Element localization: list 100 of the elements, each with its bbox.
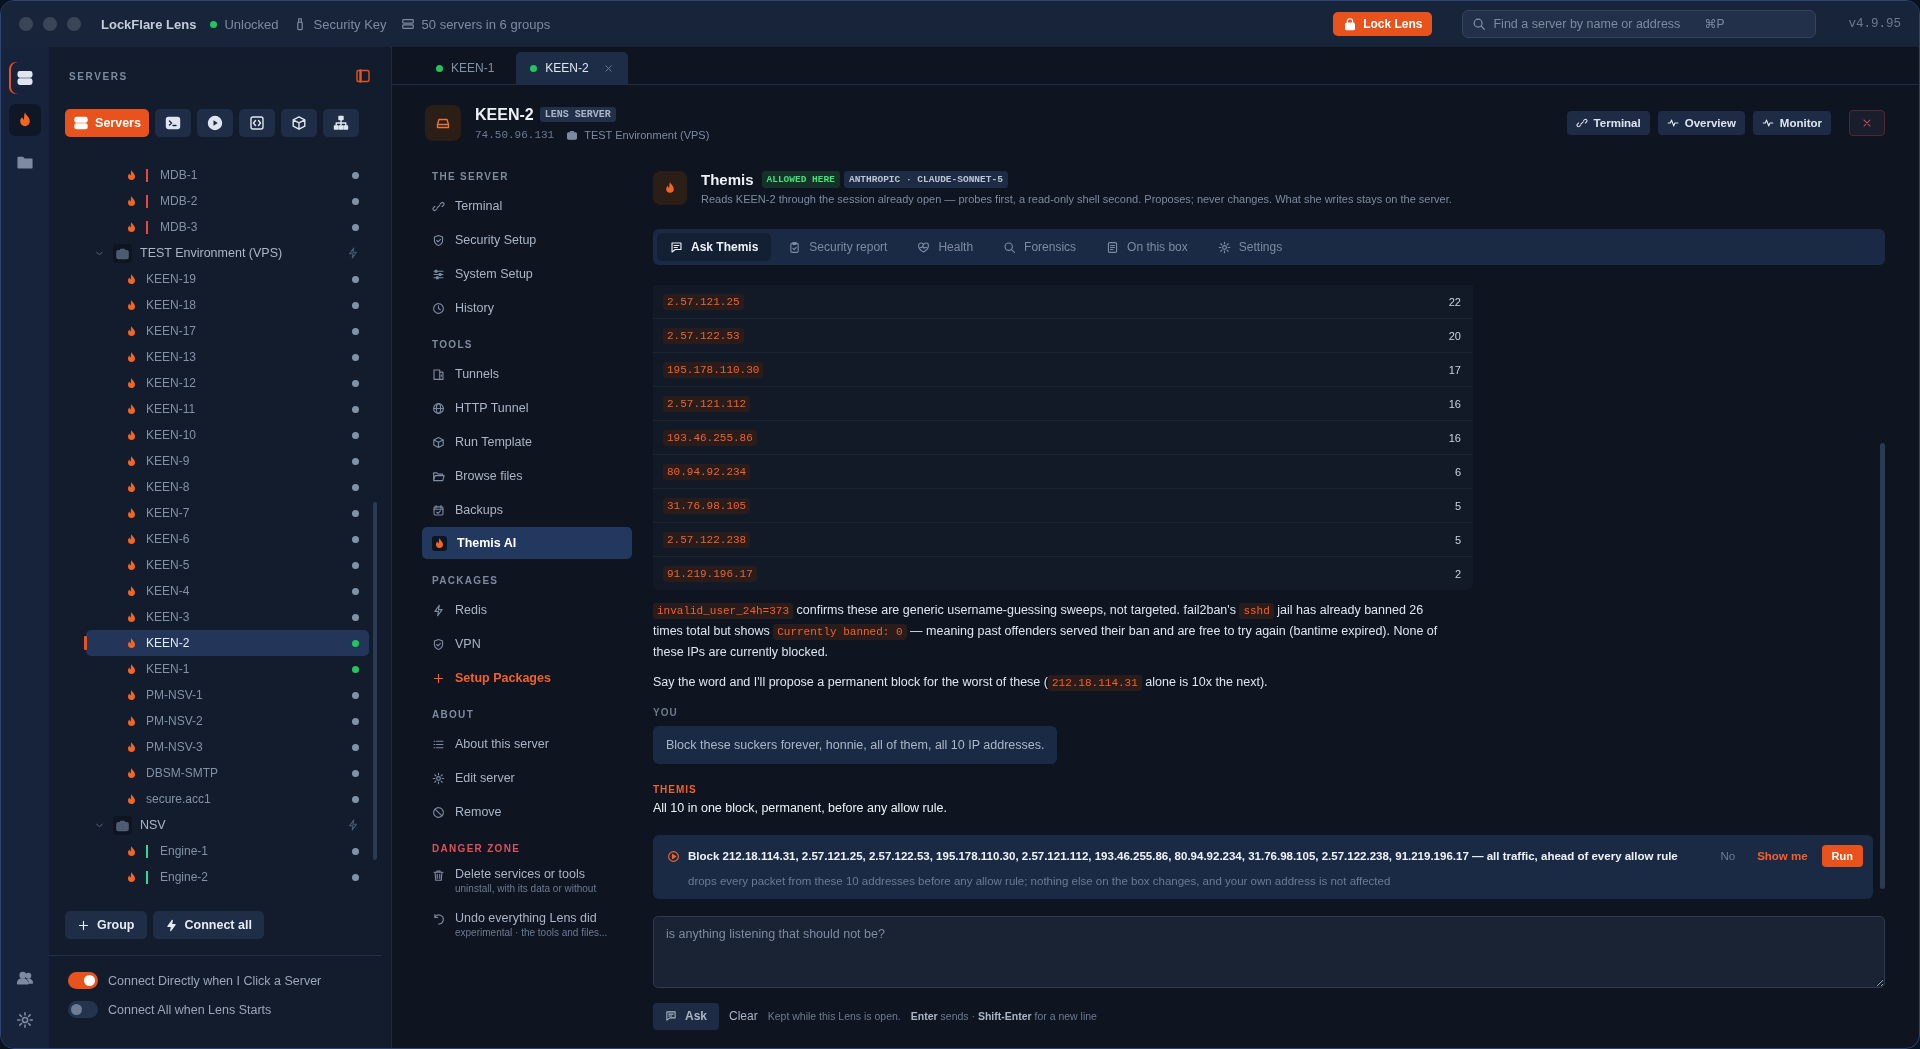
- tab[interactable]: Health: [904, 233, 987, 261]
- header-button[interactable]: Terminal: [1566, 111, 1650, 135]
- pulse-icon: [1666, 117, 1679, 129]
- server-item[interactable]: KEEN-2: [86, 630, 369, 656]
- group-header[interactable]: TEST Environment (VPS): [86, 240, 369, 266]
- nav-item[interactable]: Delete services or tools uninstall, with its data or without: [422, 861, 632, 905]
- server-item[interactable]: PM-NSV-3: [86, 734, 369, 760]
- panel-toggle[interactable]: [355, 68, 371, 84]
- lock-button[interactable]: Lock Lens: [1333, 12, 1433, 36]
- nav-item[interactable]: VPN: [422, 627, 632, 661]
- nav-item[interactable]: History: [422, 291, 632, 325]
- close-icon: [1861, 117, 1873, 129]
- nav-item[interactable]: Undo everything Lens did experimental · the tools and files...: [422, 905, 632, 949]
- server-item[interactable]: KEEN-6: [86, 526, 369, 552]
- nav-item[interactable]: Remove: [422, 795, 632, 829]
- ask-button[interactable]: Ask: [653, 1002, 719, 1030]
- server-item[interactable]: KEEN-17: [86, 318, 369, 344]
- nav-item[interactable]: Themis AI: [422, 527, 632, 559]
- server-stack-icon: [400, 17, 415, 31]
- nav-item[interactable]: Edit server: [422, 761, 632, 795]
- server-item[interactable]: KEEN-3: [86, 604, 369, 630]
- server-item[interactable]: PM-NSV-2: [86, 708, 369, 734]
- flame-icon: [125, 428, 138, 442]
- nav-label: Delete services or tools: [455, 867, 586, 881]
- show-me-button[interactable]: Show me: [1751, 850, 1814, 862]
- nav-item[interactable]: Browse files: [422, 459, 632, 493]
- scrollbar[interactable]: [1880, 443, 1885, 889]
- server-item[interactable]: Engine-2: [86, 864, 369, 890]
- add-group-button[interactable]: Group: [65, 911, 147, 939]
- app-logo[interactable]: [9, 104, 41, 136]
- plus-icon: [432, 671, 445, 685]
- toolbar-button[interactable]: [281, 109, 317, 137]
- server-item[interactable]: KEEN-18: [86, 292, 369, 318]
- server-item[interactable]: KEEN-4: [86, 578, 369, 604]
- flame-icon: [125, 844, 138, 858]
- server-item[interactable]: KEEN-11: [86, 396, 369, 422]
- toolbar-button[interactable]: [239, 109, 275, 137]
- toggle-switch[interactable]: [68, 1001, 98, 1018]
- dismiss-button[interactable]: No: [1712, 850, 1744, 862]
- server-item[interactable]: KEEN-10: [86, 422, 369, 448]
- clock-icon: [432, 301, 445, 315]
- server-item[interactable]: Engine-1: [86, 838, 369, 864]
- server-item[interactable]: KEEN-8: [86, 474, 369, 500]
- server-item[interactable]: KEEN-1: [86, 656, 369, 682]
- server-item[interactable]: KEEN-19: [86, 266, 369, 292]
- connect-all-button[interactable]: Connect all: [152, 911, 264, 939]
- server-item[interactable]: DBSM-SMTP: [86, 760, 369, 786]
- flame-icon: [125, 532, 138, 546]
- server-tab[interactable]: KEEN-2: [516, 52, 628, 84]
- nav-item[interactable]: About this server: [422, 727, 632, 761]
- door-icon: [432, 367, 445, 381]
- nav-item[interactable]: HTTP Tunnel: [422, 391, 632, 425]
- server-address: 74.50.96.131: [475, 128, 555, 141]
- ban-count: 16: [1448, 431, 1461, 444]
- nav-item[interactable]: Backups: [422, 493, 632, 527]
- server-tab[interactable]: KEEN-1: [422, 52, 509, 84]
- proposal-title: Block 212.18.114.31, 2.57.121.25, 2.57.122.53, 195.178.110.30, 2.57.121.112, 193.46.255.86, 80.94.92.234, 31.76.98.105, 2.57.122.238, 91.219.196.17 — all traffic, ahead of every allow rule: [688, 850, 1679, 862]
- message-input[interactable]: is anything listening that should not be?: [653, 916, 1885, 988]
- toolbar-button[interactable]: Servers: [65, 109, 149, 137]
- server-item[interactable]: MDB-2: [86, 188, 369, 214]
- group-header[interactable]: NSV: [86, 812, 369, 838]
- nav-item[interactable]: Redis: [422, 593, 632, 627]
- server-item[interactable]: KEEN-5: [86, 552, 369, 578]
- server-item[interactable]: MDB-1: [86, 162, 369, 188]
- tab[interactable]: Settings: [1204, 233, 1296, 261]
- tab[interactable]: On this box: [1093, 233, 1201, 261]
- server-item[interactable]: secure.acc1: [86, 786, 369, 812]
- server-item[interactable]: PM-NSV-1: [86, 682, 369, 708]
- nav-item[interactable]: Setup Packages: [422, 661, 632, 695]
- toolbar-button[interactable]: [197, 109, 233, 137]
- header-button[interactable]: Overview: [1657, 111, 1745, 135]
- header-button[interactable]: Monitor: [1752, 111, 1831, 135]
- nav-item[interactable]: Run Template: [422, 425, 632, 459]
- trash-icon: [432, 869, 445, 882]
- server-item[interactable]: KEEN-7: [86, 500, 369, 526]
- nav-item[interactable]: System Setup: [422, 257, 632, 291]
- nav-item[interactable]: Tunnels: [422, 357, 632, 391]
- flame-icon: [432, 535, 447, 551]
- clear-button[interactable]: Clear: [729, 1009, 758, 1023]
- flame-icon: [125, 350, 138, 364]
- tab[interactable]: Security report: [775, 233, 901, 261]
- shield-icon: [432, 637, 445, 651]
- toggle-label: Connect Directly when I Click a Server: [108, 973, 322, 988]
- nav-label: Undo everything Lens did: [455, 911, 598, 925]
- toggle-switch[interactable]: [68, 972, 98, 989]
- tab[interactable]: Ask Themis: [657, 233, 772, 261]
- server-item[interactable]: KEEN-12: [86, 370, 369, 396]
- toolbar-button[interactable]: [323, 109, 359, 137]
- scrollbar[interactable]: [373, 502, 377, 860]
- assistant-description: Reads KEEN-2 through the session already open — probes first, a read-only shell second. Proposes; never changes. What she writes stays on the server.: [701, 193, 1452, 205]
- nav-item[interactable]: Security Setup: [422, 223, 632, 257]
- toolbar-button[interactable]: [155, 109, 191, 137]
- nav-item[interactable]: Terminal: [422, 189, 632, 223]
- group-icon: [113, 815, 132, 835]
- server-item[interactable]: KEEN-9: [86, 448, 369, 474]
- run-button[interactable]: Run: [1821, 845, 1863, 867]
- server-item[interactable]: MDB-3: [86, 214, 369, 240]
- tab[interactable]: Forensics: [990, 233, 1090, 261]
- proposal-detail: drops every packet from these 10 addresses before any allow rule; nothing else on the box changes, and your own address is not affected: [687, 875, 1392, 887]
- server-item[interactable]: KEEN-13: [86, 344, 369, 370]
